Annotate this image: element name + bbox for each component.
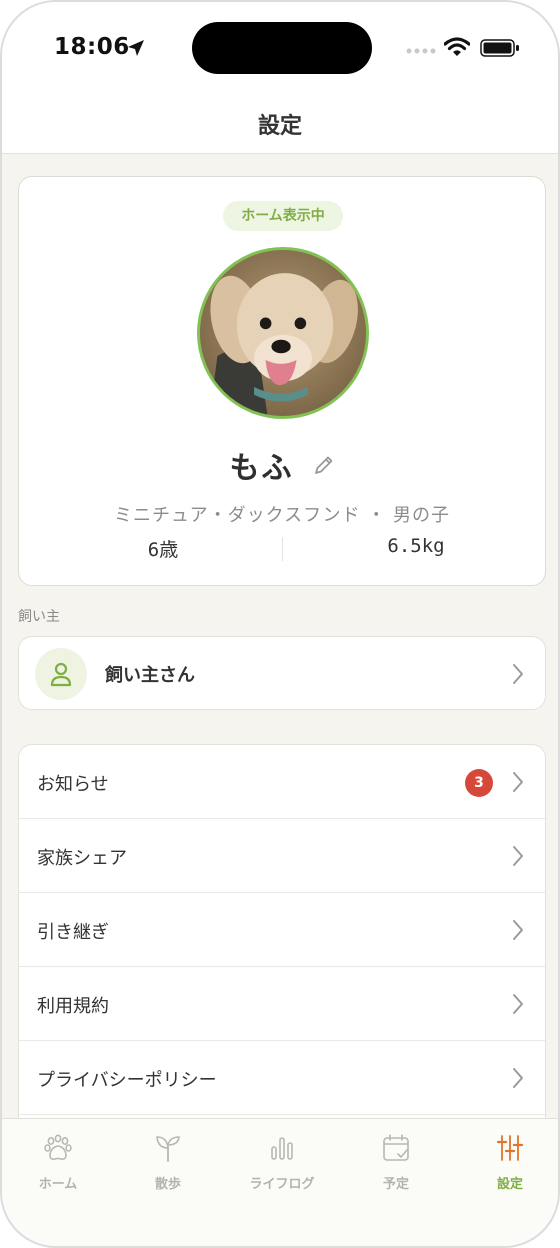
status-time: 18:06 [54,34,130,60]
owner-avatar [35,648,87,700]
settings-menu-list: お知らせ 3 家族シェア 引き継ぎ 利用規約 プライバシーポリシー [18,744,546,1144]
battery-icon [480,39,519,57]
tab-schedule[interactable]: 予定 [340,1133,452,1203]
tab-walk[interactable]: 散歩 [112,1133,224,1203]
menu-item-privacy-policy[interactable]: プライバシーポリシー [19,1041,545,1115]
bar-chart-icon [271,1137,293,1160]
menu-item-label: お知らせ [37,774,109,795]
wifi-icon [444,37,470,56]
tab-lifelog[interactable]: ライフログ [226,1133,338,1203]
chevron-right-icon [513,664,523,684]
navigation-bar: 設定 [2,98,558,154]
pet-name: もふ [229,451,294,486]
tab-label: ホーム [38,1177,78,1192]
menu-item-label: 利用規約 [37,996,109,1017]
menu-item-notifications[interactable]: お知らせ 3 [19,745,545,819]
phone-screen: 18:06 設定 ホーム表示中 もふ ミニチュア・ダックスフンド ・ 男の子 6… [0,0,560,1248]
menu-item-label: プライバシーポリシー [37,1070,217,1091]
home-display-badge: ホーム表示中 [223,201,343,231]
menu-item-transfer[interactable]: 引き継ぎ [19,893,545,967]
paw-icon [44,1134,72,1160]
pet-age: 6歳 [147,539,179,561]
tab-settings[interactable]: 設定 [454,1133,558,1203]
sprout-icon [156,1136,180,1162]
tab-label: ライフログ [249,1177,315,1192]
dog-photo-illustration [200,250,366,416]
pet-breed-gender: ミニチュア・ダックスフンド ・ 男の子 [114,505,450,526]
tab-label: 予定 [382,1177,409,1192]
menu-item-family-share[interactable]: 家族シェア [19,819,545,893]
owner-section-label: 飼い主 [18,609,60,625]
chevron-right-icon [513,994,523,1014]
chevron-right-icon [513,846,523,866]
menu-item-label: 家族シェア [37,848,127,869]
notification-count-badge: 3 [465,769,493,797]
chevron-right-icon [513,920,523,940]
tab-home[interactable]: ホーム [2,1133,114,1203]
pet-profile-card[interactable]: ホーム表示中 もふ ミニチュア・ダックスフンド ・ 男の子 6歳 6.5kg [18,176,546,586]
tab-label: 設定 [496,1177,523,1192]
pet-avatar[interactable] [197,247,369,419]
cellular-signal-icon [406,48,436,54]
sliders-icon [496,1135,524,1161]
menu-item-terms[interactable]: 利用規約 [19,967,545,1041]
bottom-tab-bar: ホーム 散歩 ライフログ 予定 設定 [2,1118,558,1246]
menu-item-label: 引き継ぎ [37,922,109,943]
tab-label: 散歩 [154,1177,181,1192]
page-title: 設定 [257,114,302,139]
calendar-check-icon [383,1134,409,1161]
pet-weight: 6.5kg [387,535,445,557]
location-arrow-icon [128,40,144,56]
chevron-right-icon [513,772,523,792]
chevron-right-icon [513,1068,523,1088]
pet-stats: 6歳 6.5kg [19,533,545,565]
stat-divider [282,537,283,561]
dynamic-island [192,22,372,74]
status-bar: 18:06 [2,2,558,98]
person-icon [50,662,72,687]
pet-name-row: もふ [19,443,545,487]
owner-name: 飼い主さん [105,665,195,686]
owner-row[interactable]: 飼い主さん [18,636,546,710]
pencil-edit-icon[interactable] [313,454,335,476]
